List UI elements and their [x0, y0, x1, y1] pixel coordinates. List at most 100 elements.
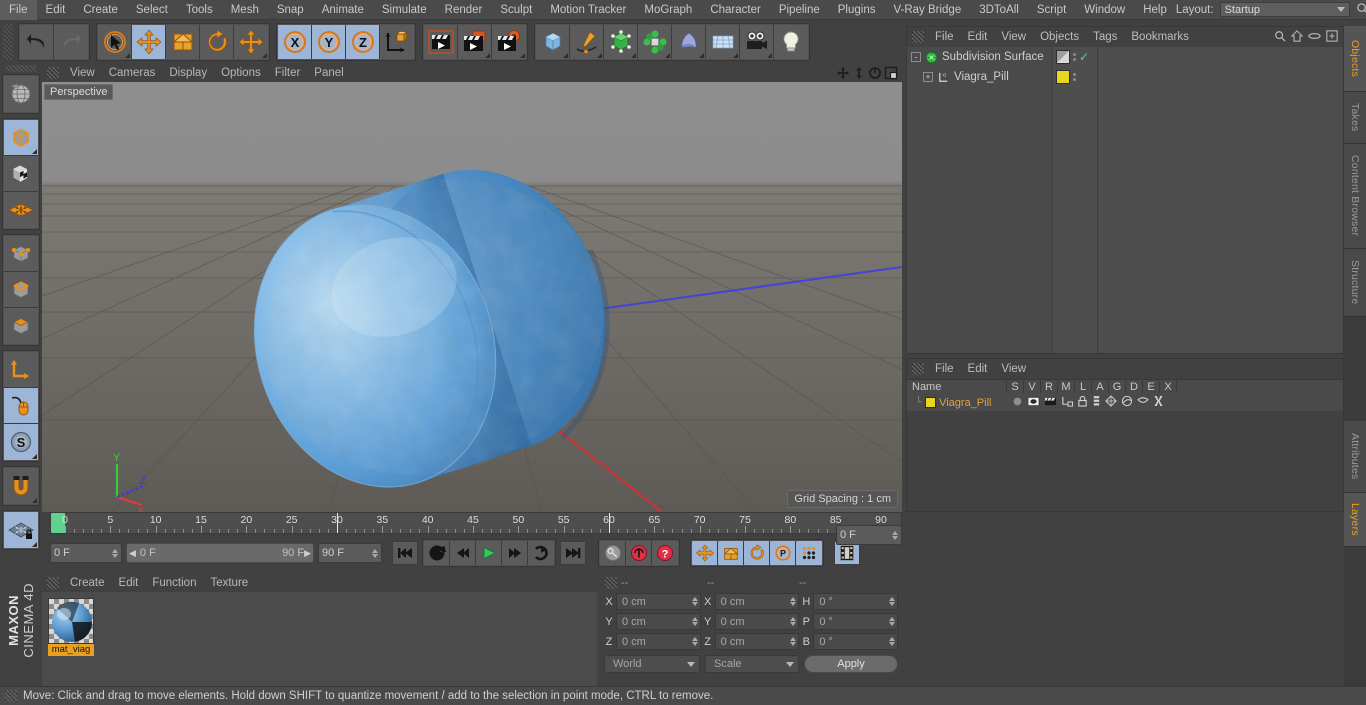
rotation-h-input[interactable]: 0 °: [813, 593, 899, 610]
layer-menu-file[interactable]: File: [928, 359, 961, 379]
menu-item-motion-tracker[interactable]: Motion Tracker: [541, 0, 635, 20]
menu-item-script[interactable]: Script: [1028, 0, 1075, 20]
soft-selection-button[interactable]: S: [4, 424, 38, 460]
viewport-menu-cameras[interactable]: Cameras: [102, 64, 163, 82]
enabled-check-icon[interactable]: ✓: [1079, 51, 1089, 63]
ellipse-icon[interactable]: [1308, 31, 1321, 44]
size-z-input[interactable]: 0 cm: [714, 633, 800, 650]
object-row-subdivision-surface[interactable]: - Subdivision Surface: [907, 47, 1052, 67]
object-menu-tags[interactable]: Tags: [1086, 27, 1124, 47]
play-button[interactable]: [476, 541, 502, 565]
dolly-view-button[interactable]: [851, 66, 866, 81]
add-environment-button[interactable]: [672, 25, 706, 59]
tab-content-browser[interactable]: Content Browser: [1344, 144, 1366, 249]
render-view-button[interactable]: [424, 25, 458, 59]
layer-manager-grip[interactable]: [912, 363, 924, 375]
go-to-start-button[interactable]: [392, 541, 418, 565]
material-item[interactable]: mat_viag: [48, 598, 94, 656]
timeline-marker[interactable]: [609, 513, 610, 533]
record-active-objects-button[interactable]: [626, 541, 652, 565]
xref-toggle-icon[interactable]: [1153, 395, 1164, 410]
material-menu-texture[interactable]: Texture: [203, 574, 255, 592]
magnet-tool-button[interactable]: [4, 468, 38, 504]
object-menu-bookmarks[interactable]: Bookmarks: [1124, 27, 1196, 47]
lock-toggle-icon[interactable]: [1077, 395, 1088, 410]
object-menu-edit[interactable]: Edit: [961, 27, 995, 47]
layer-menu-edit[interactable]: Edit: [961, 359, 995, 379]
axis-move-tool[interactable]: [234, 25, 268, 59]
menu-item-mesh[interactable]: Mesh: [222, 0, 268, 20]
menu-item-tools[interactable]: Tools: [177, 0, 222, 20]
manager-toggle-icon[interactable]: [1061, 396, 1074, 410]
layer-color-swatch[interactable]: [925, 397, 937, 408]
menu-item-simulate[interactable]: Simulate: [373, 0, 436, 20]
tab-layers[interactable]: Layers: [1344, 493, 1366, 547]
menu-item-edit[interactable]: Edit: [37, 0, 75, 20]
spinner-icon[interactable]: [790, 637, 797, 646]
pan-view-button[interactable]: [835, 66, 850, 81]
layer-menu-view[interactable]: View: [994, 359, 1033, 379]
frame-field-right[interactable]: 0 F: [836, 525, 902, 545]
viewport-solo-button[interactable]: [4, 192, 38, 228]
edges-mode-button[interactable]: [4, 272, 38, 308]
spinner-icon[interactable]: [112, 548, 118, 558]
menu-item-file[interactable]: File: [0, 0, 37, 20]
add-floor-button[interactable]: [706, 25, 740, 59]
expression-toggle-icon[interactable]: [1137, 396, 1149, 409]
menu-item-help[interactable]: Help: [1134, 0, 1176, 20]
object-manager-grip[interactable]: [912, 31, 924, 43]
lock-x-axis-button[interactable]: X: [278, 25, 312, 59]
timeline-ruler[interactable]: 051015202530354045505560657075808590: [50, 512, 902, 534]
object-menu-view[interactable]: View: [994, 27, 1033, 47]
position-z-input[interactable]: 0 cm: [616, 633, 701, 650]
expander-icon[interactable]: +: [923, 72, 933, 82]
tab-attributes[interactable]: Attributes: [1344, 421, 1366, 493]
lock-z-axis-button[interactable]: Z: [346, 25, 380, 59]
coordinates-grip[interactable]: [605, 577, 617, 589]
expander-icon[interactable]: -: [911, 52, 921, 62]
add-cube-button[interactable]: [536, 25, 570, 59]
layout-dropdown[interactable]: Startup: [1219, 2, 1350, 17]
position-x-input[interactable]: 0 cm: [616, 593, 701, 610]
toolbar-grip[interactable]: [3, 24, 13, 60]
coordinate-system-dropdown[interactable]: World: [604, 655, 700, 673]
make-editable-button[interactable]: [4, 120, 38, 156]
menu-item-select[interactable]: Select: [127, 0, 177, 20]
object-menu-objects[interactable]: Objects: [1033, 27, 1086, 47]
current-frame-field[interactable]: 0 F: [50, 543, 122, 563]
viewport-menu-grip[interactable]: [47, 67, 59, 79]
move-tool[interactable]: [132, 25, 166, 59]
layer-row[interactable]: └ Viagra_Pill: [907, 394, 1343, 411]
rotation-p-input[interactable]: 0 °: [813, 613, 899, 630]
play-reverse-button[interactable]: [424, 541, 450, 565]
spinner-icon[interactable]: [889, 597, 896, 606]
record-position-button[interactable]: [692, 541, 718, 565]
add-light-button[interactable]: [774, 25, 808, 59]
live-selection-tool[interactable]: [98, 25, 132, 59]
undo-view-button[interactable]: [4, 76, 38, 112]
material-menu-grip[interactable]: [47, 577, 59, 589]
spinner-icon[interactable]: [691, 637, 698, 646]
maximize-view-button[interactable]: [883, 66, 898, 81]
visibility-dots-icon[interactable]: [1073, 73, 1076, 81]
spinner-icon[interactable]: [889, 637, 896, 646]
viewport-menu-display[interactable]: Display: [162, 64, 214, 82]
menu-item-window[interactable]: Window: [1075, 0, 1134, 20]
object-axis-mode-button[interactable]: [4, 352, 38, 388]
apply-button[interactable]: Apply: [804, 655, 898, 673]
render-toggle-icon[interactable]: [1044, 396, 1057, 410]
menu-item-pipeline[interactable]: Pipeline: [770, 0, 829, 20]
lock-y-axis-button[interactable]: Y: [312, 25, 346, 59]
step-back-button[interactable]: [450, 541, 476, 565]
spinner-icon[interactable]: [691, 617, 698, 626]
add-camera-button[interactable]: [740, 25, 774, 59]
menu-item-snap[interactable]: Snap: [268, 0, 313, 20]
range-left-arrow-icon[interactable]: ◀: [129, 548, 136, 559]
world-object-coordinates-button[interactable]: [380, 25, 414, 59]
autokey-button[interactable]: [600, 541, 626, 565]
spinner-icon[interactable]: [790, 597, 797, 606]
rotation-b-input[interactable]: 0 °: [813, 633, 899, 650]
rotate-tool[interactable]: [200, 25, 234, 59]
add-deformer-button[interactable]: [638, 25, 672, 59]
visible-toggle-icon[interactable]: [1027, 396, 1040, 410]
